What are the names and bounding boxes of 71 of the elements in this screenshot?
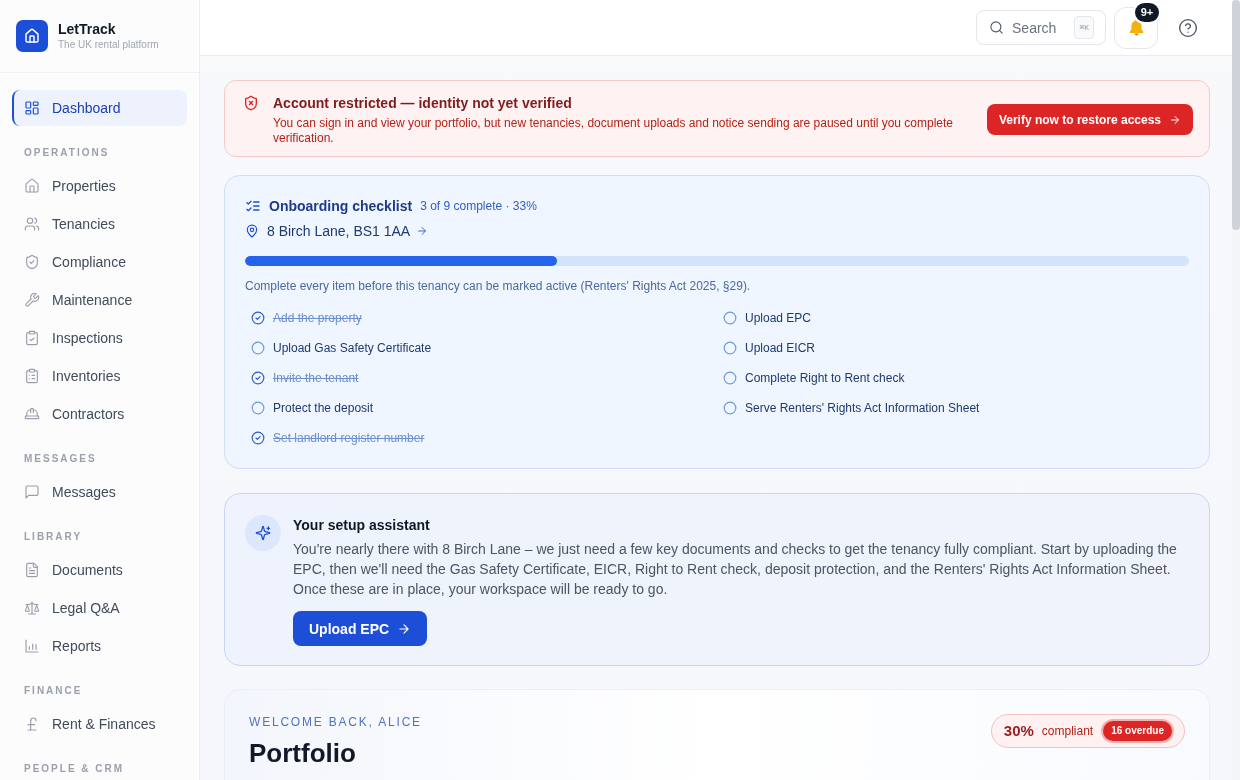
overdue-count: 16 overdue bbox=[1103, 721, 1172, 741]
shortcut-key: ⌘K bbox=[1074, 16, 1094, 39]
property-link[interactable]: 8 Birch Lane, BS1 1AA bbox=[267, 221, 429, 241]
list-checks-icon bbox=[245, 198, 261, 214]
shield-check-icon bbox=[24, 254, 40, 270]
clipboard-check-icon bbox=[24, 330, 40, 346]
nav-section-heading: MESSAGES bbox=[23, 452, 98, 466]
shield-x-icon bbox=[243, 95, 259, 111]
sparkles-icon bbox=[245, 515, 281, 551]
verify-button[interactable]: Verify now to restore access bbox=[986, 104, 1193, 135]
wrench-icon bbox=[24, 292, 40, 308]
alert-message: You can sign in and view your portfolio, but new tenancies, document uploads and notice sending are paused until you complete verification. bbox=[273, 116, 954, 146]
compliance-percent: 30% bbox=[1003, 720, 1034, 741]
nav-item[interactable]: Documents bbox=[12, 552, 187, 588]
nav-item[interactable]: Inventories bbox=[12, 358, 187, 394]
checklist-summary: 3 of 9 complete · 33% bbox=[420, 198, 537, 215]
hard-hat-icon bbox=[24, 406, 40, 422]
grid-icon bbox=[24, 100, 40, 116]
nav-item[interactable]: Maintenance bbox=[12, 282, 187, 318]
checklist-label: Add the property bbox=[273, 310, 362, 326]
alert-title: Account restricted — identity not yet verified bbox=[273, 94, 573, 113]
nav-section-heading: OPERATIONS bbox=[23, 146, 111, 160]
nav-item[interactable]: Reports bbox=[12, 628, 187, 664]
checklist-label: Serve Renters' Rights Act Information Sheet bbox=[745, 400, 980, 416]
speech-bubble-icon bbox=[24, 484, 40, 500]
nav-item[interactable]: Dashboard bbox=[12, 90, 187, 126]
clipboard-list-icon bbox=[24, 368, 40, 384]
welcome-eyebrow: WELCOME BACK, ALICE bbox=[249, 714, 422, 730]
arrow-right-icon bbox=[397, 621, 412, 636]
nav-item[interactable]: Rent & Finances bbox=[12, 706, 187, 742]
checklist-label: Upload EPC bbox=[745, 310, 812, 326]
checklist-label: Complete Right to Rent check bbox=[745, 370, 905, 386]
nav-item[interactable]: Legal Q&A bbox=[12, 590, 187, 626]
checklist-label: Protect the deposit bbox=[273, 400, 374, 416]
checklist-label: Invite the tenant bbox=[273, 370, 359, 386]
pound-icon bbox=[24, 716, 40, 732]
checklist-label: Upload EICR bbox=[745, 340, 816, 356]
bar-chart-icon bbox=[24, 638, 40, 654]
house-logo-icon bbox=[16, 20, 48, 52]
nav-section-heading: LIBRARY bbox=[23, 530, 84, 544]
checklist-label: Set landlord register number bbox=[273, 430, 425, 446]
search-button[interactable]: Search ⌘K bbox=[976, 10, 1106, 45]
people-icon bbox=[24, 216, 40, 232]
nav-item[interactable]: Messages bbox=[12, 474, 187, 510]
nav-item[interactable]: Properties bbox=[12, 168, 187, 204]
nav-section-heading: PEOPLE & CRM bbox=[23, 762, 126, 776]
compliance-label: compliant bbox=[1041, 723, 1094, 739]
app-tagline: The UK rental platform bbox=[58, 38, 159, 52]
arrow-right-icon bbox=[1169, 113, 1181, 126]
house-icon bbox=[24, 178, 40, 194]
assistant-message: You're nearly there with 8 Birch Lane – we just need a few key documents and checks to get the tenancy fully compliant. Start by uploading the EPC, then we'll need the Gas Safety Certificate, EICR, Right to Rent check, deposit protection, and the Renters' Rights Act Information Sheet. Once these are in place, your workspace will be ready to go. bbox=[293, 540, 1178, 599]
nav-section-heading: FINANCE bbox=[23, 684, 84, 698]
nav-item[interactable]: Contractors bbox=[12, 396, 187, 432]
app-name: LetTrack bbox=[58, 20, 117, 38]
scrollbar-thumb[interactable] bbox=[1232, 0, 1240, 230]
checklist-note: Complete every item before this tenancy can be marked active (Renters' Rights Act 2025, §29). bbox=[245, 278, 752, 294]
nav-item[interactable]: Compliance bbox=[12, 244, 187, 280]
arrow-right-icon bbox=[416, 225, 429, 237]
nav-item[interactable]: Inspections bbox=[12, 320, 187, 356]
page-title: Portfolio bbox=[249, 737, 357, 769]
assistant-title: Your setup assistant bbox=[293, 516, 430, 535]
checklist-title: Onboarding checklist bbox=[269, 197, 413, 216]
search-icon bbox=[989, 20, 1004, 35]
upload-epc-button[interactable]: Upload EPC bbox=[293, 611, 428, 646]
document-icon bbox=[24, 562, 40, 578]
nav-item[interactable]: Tenancies bbox=[12, 206, 187, 242]
map-pin-icon bbox=[245, 224, 259, 238]
help-icon[interactable] bbox=[1178, 17, 1198, 38]
notification-count: 9+ bbox=[1133, 0, 1161, 24]
scales-icon bbox=[24, 600, 40, 616]
checklist-label: Upload Gas Safety Certificate bbox=[273, 340, 432, 356]
